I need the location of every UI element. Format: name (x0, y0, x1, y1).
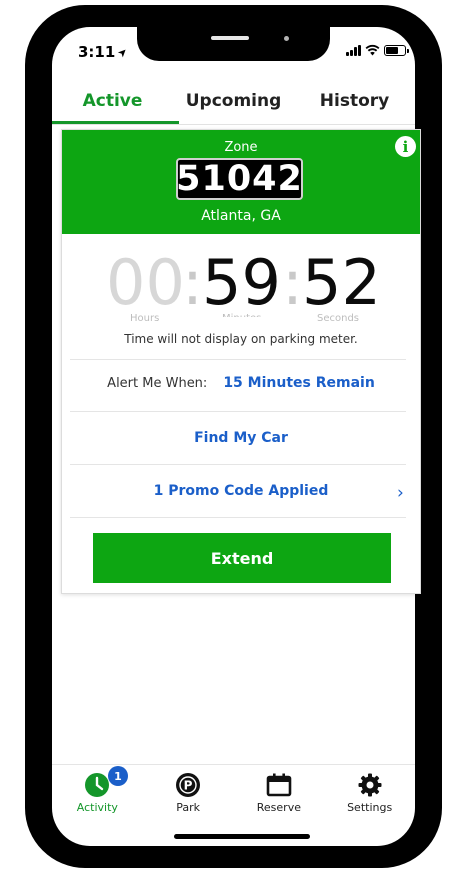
speaker-grille (211, 36, 249, 40)
svg-text:P: P (184, 779, 193, 793)
meter-note: Time will not display on parking meter. (124, 332, 358, 346)
alert-row[interactable]: Alert Me When: 15 Minutes Remain (62, 375, 420, 391)
zone-number: 51042 (176, 159, 303, 199)
tab-history[interactable]: History (294, 78, 415, 124)
find-my-car-link[interactable]: Find My Car (62, 430, 420, 446)
zone-number-plate: 51042 (176, 158, 303, 200)
status-time-label: 3:11 (78, 43, 116, 61)
row-divider (70, 517, 406, 518)
zone-label: Zone (224, 140, 258, 155)
clock-icon (84, 772, 110, 798)
timer-seconds: 52 (302, 246, 381, 319)
timer-hours: 00 (106, 246, 185, 319)
gear-icon (357, 772, 383, 798)
parking-session-card: Zone 51042 Atlanta, GA i 00 : 59 : 52 Ho… (61, 129, 421, 594)
hours-label: Hours (130, 313, 160, 324)
nav-item-reserve[interactable]: Reserve (234, 765, 325, 824)
bottom-nav: 1 Activity P Park Reserve Settings (52, 764, 415, 824)
tab-upcoming[interactable]: Upcoming (173, 78, 294, 124)
chevron-right-icon[interactable]: › (397, 483, 404, 503)
device-notch (137, 27, 330, 61)
parking-icon: P (175, 772, 201, 798)
session-tabs: Active Upcoming History (52, 78, 415, 124)
row-divider (70, 411, 406, 412)
battery-icon (384, 44, 409, 56)
timer-separator: : (182, 246, 203, 319)
wifi-icon (365, 44, 380, 56)
notification-badge: 1 (108, 766, 128, 786)
nav-label-park: Park (176, 801, 201, 814)
alert-value-link[interactable]: 15 Minutes Remain (223, 375, 375, 391)
nav-item-settings[interactable]: Settings (324, 765, 415, 824)
zone-city: Atlanta, GA (201, 208, 281, 224)
nav-item-activity[interactable]: 1 Activity (52, 765, 143, 824)
countdown-timer: 00 : 59 : 52 Hours Minutes Seconds (62, 248, 420, 328)
tabs-divider (52, 124, 415, 125)
minutes-label: Minutes (222, 313, 261, 317)
cellular-signal-icon (346, 44, 361, 56)
timer-separator: : (282, 246, 303, 319)
alert-label: Alert Me When: (107, 375, 208, 391)
calendar-icon (266, 772, 292, 798)
extend-button[interactable]: Extend (93, 533, 391, 583)
row-divider (70, 359, 406, 360)
row-divider (70, 464, 406, 465)
home-indicator (174, 834, 310, 839)
status-time: 3:11 ➤ (78, 43, 131, 61)
nav-item-park[interactable]: P Park (143, 765, 234, 824)
nav-label-activity: Activity (76, 801, 118, 814)
front-camera (284, 36, 289, 41)
seconds-label: Seconds (317, 313, 360, 324)
tab-active[interactable]: Active (52, 78, 173, 124)
status-icons (346, 44, 409, 56)
timer-minutes: 59 (202, 246, 281, 319)
zone-header: Zone 51042 Atlanta, GA i (62, 130, 420, 234)
nav-label-reserve: Reserve (256, 801, 301, 814)
info-icon[interactable]: i (395, 136, 416, 157)
promo-code-link[interactable]: 1 Promo Code Applied (62, 483, 420, 499)
nav-label-settings: Settings (347, 801, 393, 814)
